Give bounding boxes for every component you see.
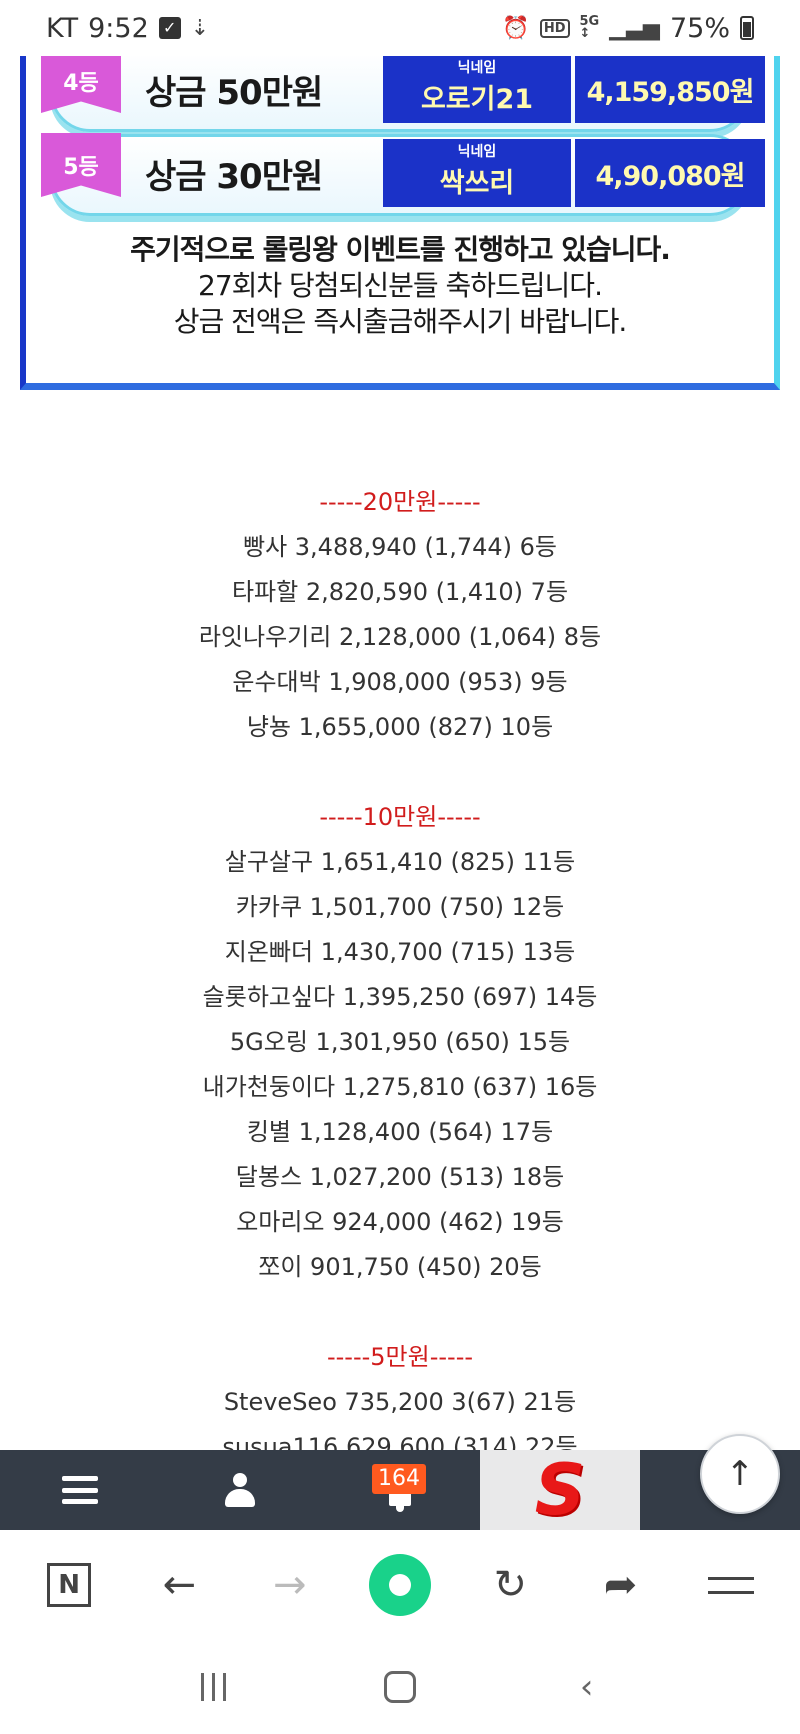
share-icon: ➦ — [603, 1562, 638, 1608]
home-button[interactable] — [360, 1657, 440, 1717]
rank-amount: 4,90,080원 — [575, 139, 765, 207]
list-item: 오마리오 924,000 (462) 19등 — [236, 1208, 564, 1236]
arrow-up-icon: ↑ — [725, 1454, 755, 1494]
battery-percent: 75% — [669, 12, 730, 44]
browser-toolbar: N ← → ↻ ➦ — [0, 1530, 800, 1640]
rank-row-4: 4등 상금 50만원 닉네임 오로기21 4,159,850원 — [41, 49, 765, 132]
naver-home-button[interactable]: N — [29, 1545, 109, 1625]
share-button[interactable]: ➦ — [581, 1545, 661, 1625]
refresh-button[interactable]: ↻ — [470, 1545, 550, 1625]
list-item: 카카쿠 1,501,700 (750) 12등 — [235, 893, 565, 921]
home-icon — [383, 1671, 416, 1703]
rank-amount: 4,159,850원 — [575, 55, 765, 123]
hd-icon: HD — [539, 18, 570, 38]
notice-line-2: 27회차 당첨되신분들 축하드립니다. — [198, 269, 603, 302]
recent-apps-button[interactable] — [173, 1657, 253, 1717]
forward-button[interactable]: → — [250, 1545, 330, 1625]
list-item: 달봉스 1,027,200 (513) 18등 — [235, 1163, 565, 1191]
site-logo-button[interactable]: S — [480, 1450, 640, 1530]
status-bar: KT 9:52 ✓ ⇣ ⏰ HD 5G ↕ ▁▃▅ 75% — [0, 0, 800, 56]
arrow-left-icon: ← — [162, 1562, 197, 1608]
chevron-left-icon: ‹ — [579, 1667, 594, 1707]
checkbox-icon: ✓ — [158, 17, 181, 39]
back-button[interactable]: ← — [139, 1545, 219, 1625]
rank-ribbon: 4등 — [41, 49, 121, 113]
clock-time: 9:52 — [88, 12, 149, 44]
list-item: 빵사 3,488,940 (1,744) 6등 — [243, 533, 557, 561]
list-item: 라잇나우기리 2,128,000 (1,064) 8등 — [198, 623, 602, 651]
green-dot-button[interactable] — [360, 1545, 440, 1625]
notification-badge: 164 — [372, 1464, 426, 1494]
nick-label: 닉네임 — [457, 144, 497, 160]
site-bottom-nav: 164 S — [0, 1450, 800, 1530]
status-left: KT 9:52 ✓ ⇣ — [46, 13, 209, 44]
signal-icon: ▁▃▅ — [609, 15, 660, 41]
system-nav-bar: ‹ — [0, 1640, 800, 1734]
list-item: 쪼이 901,750 (450) 20등 — [258, 1253, 542, 1281]
alarm-icon: ⏰ — [502, 15, 530, 41]
system-back-button[interactable]: ‹ — [547, 1657, 627, 1717]
banner-notice: 주기적으로 롤링왕 이벤트를 진행하고 있습니다. 27회차 당첨되신분들 축하… — [26, 232, 774, 340]
rank-nickname: 싹쓰리 — [439, 168, 515, 199]
winners-list: -----20만원----- 빵사 3,488,940 (1,744) 6등 타… — [0, 390, 800, 1450]
arrow-right-icon: → — [272, 1562, 307, 1608]
profile-button[interactable] — [160, 1450, 320, 1530]
event-banner: 4등 상금 50만원 닉네임 오로기21 4,159,850원 5등 상금 30… — [20, 49, 780, 390]
rank-nick-box: 닉네임 오로기21 — [383, 55, 571, 123]
list-item: 슬롯하고싶다 1,395,250 (697) 14등 — [202, 983, 598, 1011]
menu-icon — [707, 1576, 754, 1594]
list-item: 냥뇽 1,655,000 (827) 10등 — [246, 713, 554, 741]
list-item: 5G오링 1,301,950 (650) 15등 — [229, 1028, 571, 1056]
rank-ribbon: 5등 — [41, 133, 121, 197]
scroll-top-button[interactable]: ↑ — [700, 1434, 780, 1514]
list-item: 킹별 1,128,400 (564) 17등 — [246, 1118, 554, 1146]
rank-nick-box: 닉네임 싹쓰리 — [383, 139, 571, 207]
rank-prize: 상금 50만원 — [145, 73, 323, 113]
green-dot-icon — [368, 1554, 431, 1616]
tier-header-5: -----5만원----- — [326, 1343, 474, 1371]
list-item: SteveSeo 735,200 3(67) 21등 — [223, 1388, 577, 1416]
nick-label: 닉네임 — [457, 60, 497, 76]
refresh-icon: ↻ — [493, 1562, 528, 1608]
menu-button[interactable] — [0, 1450, 160, 1530]
list-item: 운수대박 1,908,000 (953) 9등 — [232, 668, 568, 696]
tier-header-20: -----20만원----- — [319, 488, 481, 516]
list-item: 내가천둥이다 1,275,810 (637) 16등 — [202, 1073, 598, 1101]
naver-icon: N — [47, 1563, 92, 1607]
list-item: 살구살구 1,651,410 (825) 11등 — [224, 848, 576, 876]
notification-button[interactable]: 164 — [320, 1450, 480, 1530]
rank-nickname: 오로기21 — [420, 84, 534, 115]
rank-row-5: 5등 상금 30만원 닉네임 싹쓰리 4,90,080원 — [41, 133, 765, 216]
notice-line-3: 상금 전액은 즉시출금해주시기 바랍니다. — [173, 305, 628, 338]
carrier-label: KT — [46, 12, 79, 44]
recent-apps-icon — [200, 1673, 226, 1701]
browser-menu-button[interactable] — [691, 1545, 771, 1625]
status-right: ⏰ HD 5G ↕ ▁▃▅ 75% — [502, 13, 754, 44]
list-item: susua116 629,600 (314) 22등 — [222, 1433, 578, 1450]
5g-icon: 5G ↕ — [579, 14, 600, 41]
list-item: 지온빠더 1,430,700 (715) 13등 — [224, 938, 576, 966]
notice-line-1: 주기적으로 롤링왕 이벤트를 진행하고 있습니다. — [130, 233, 671, 266]
tier-header-10: -----10만원----- — [319, 803, 481, 831]
hamburger-icon — [62, 1476, 98, 1504]
list-item: 타파할 2,820,590 (1,410) 7등 — [231, 578, 569, 606]
rank-prize: 상금 30만원 — [145, 157, 323, 197]
user-icon — [225, 1473, 255, 1507]
battery-icon — [740, 16, 754, 40]
download-icon: ⇣ — [190, 15, 210, 41]
site-logo: S — [534, 1449, 586, 1531]
